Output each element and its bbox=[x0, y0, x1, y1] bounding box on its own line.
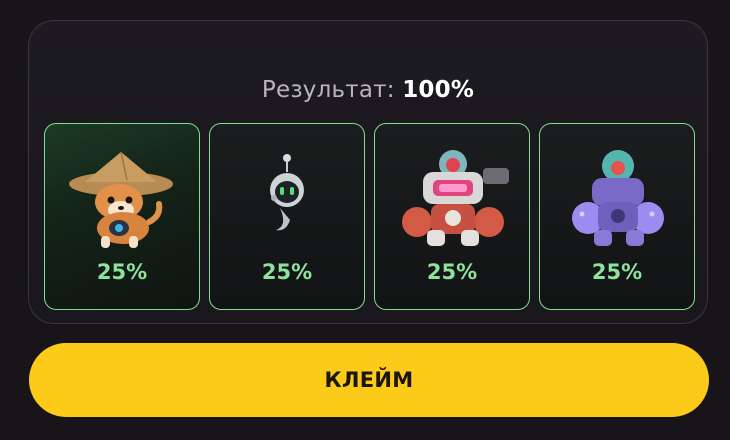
reward-card-shiba[interactable]: 25% bbox=[44, 123, 200, 310]
result-summary: Результат: 100% bbox=[29, 77, 707, 103]
claim-button[interactable]: КЛЕЙМ bbox=[29, 343, 709, 417]
robot-icon bbox=[270, 154, 304, 231]
mech-icon bbox=[402, 150, 509, 246]
dog-icon bbox=[69, 151, 173, 248]
card-percent: 25% bbox=[261, 260, 313, 284]
card-percent: 25% bbox=[426, 260, 478, 284]
mech-icon bbox=[572, 150, 664, 246]
card-percent: 25% bbox=[591, 260, 643, 284]
card-percent: 25% bbox=[96, 260, 148, 284]
reward-card-red-mech[interactable]: 25% bbox=[374, 123, 530, 310]
result-label: Результат: bbox=[261, 77, 395, 103]
reward-card-robot[interactable]: 25% bbox=[209, 123, 365, 310]
result-value: 100% bbox=[402, 77, 475, 103]
reward-card-purple-mech[interactable]: 25% bbox=[539, 123, 695, 310]
